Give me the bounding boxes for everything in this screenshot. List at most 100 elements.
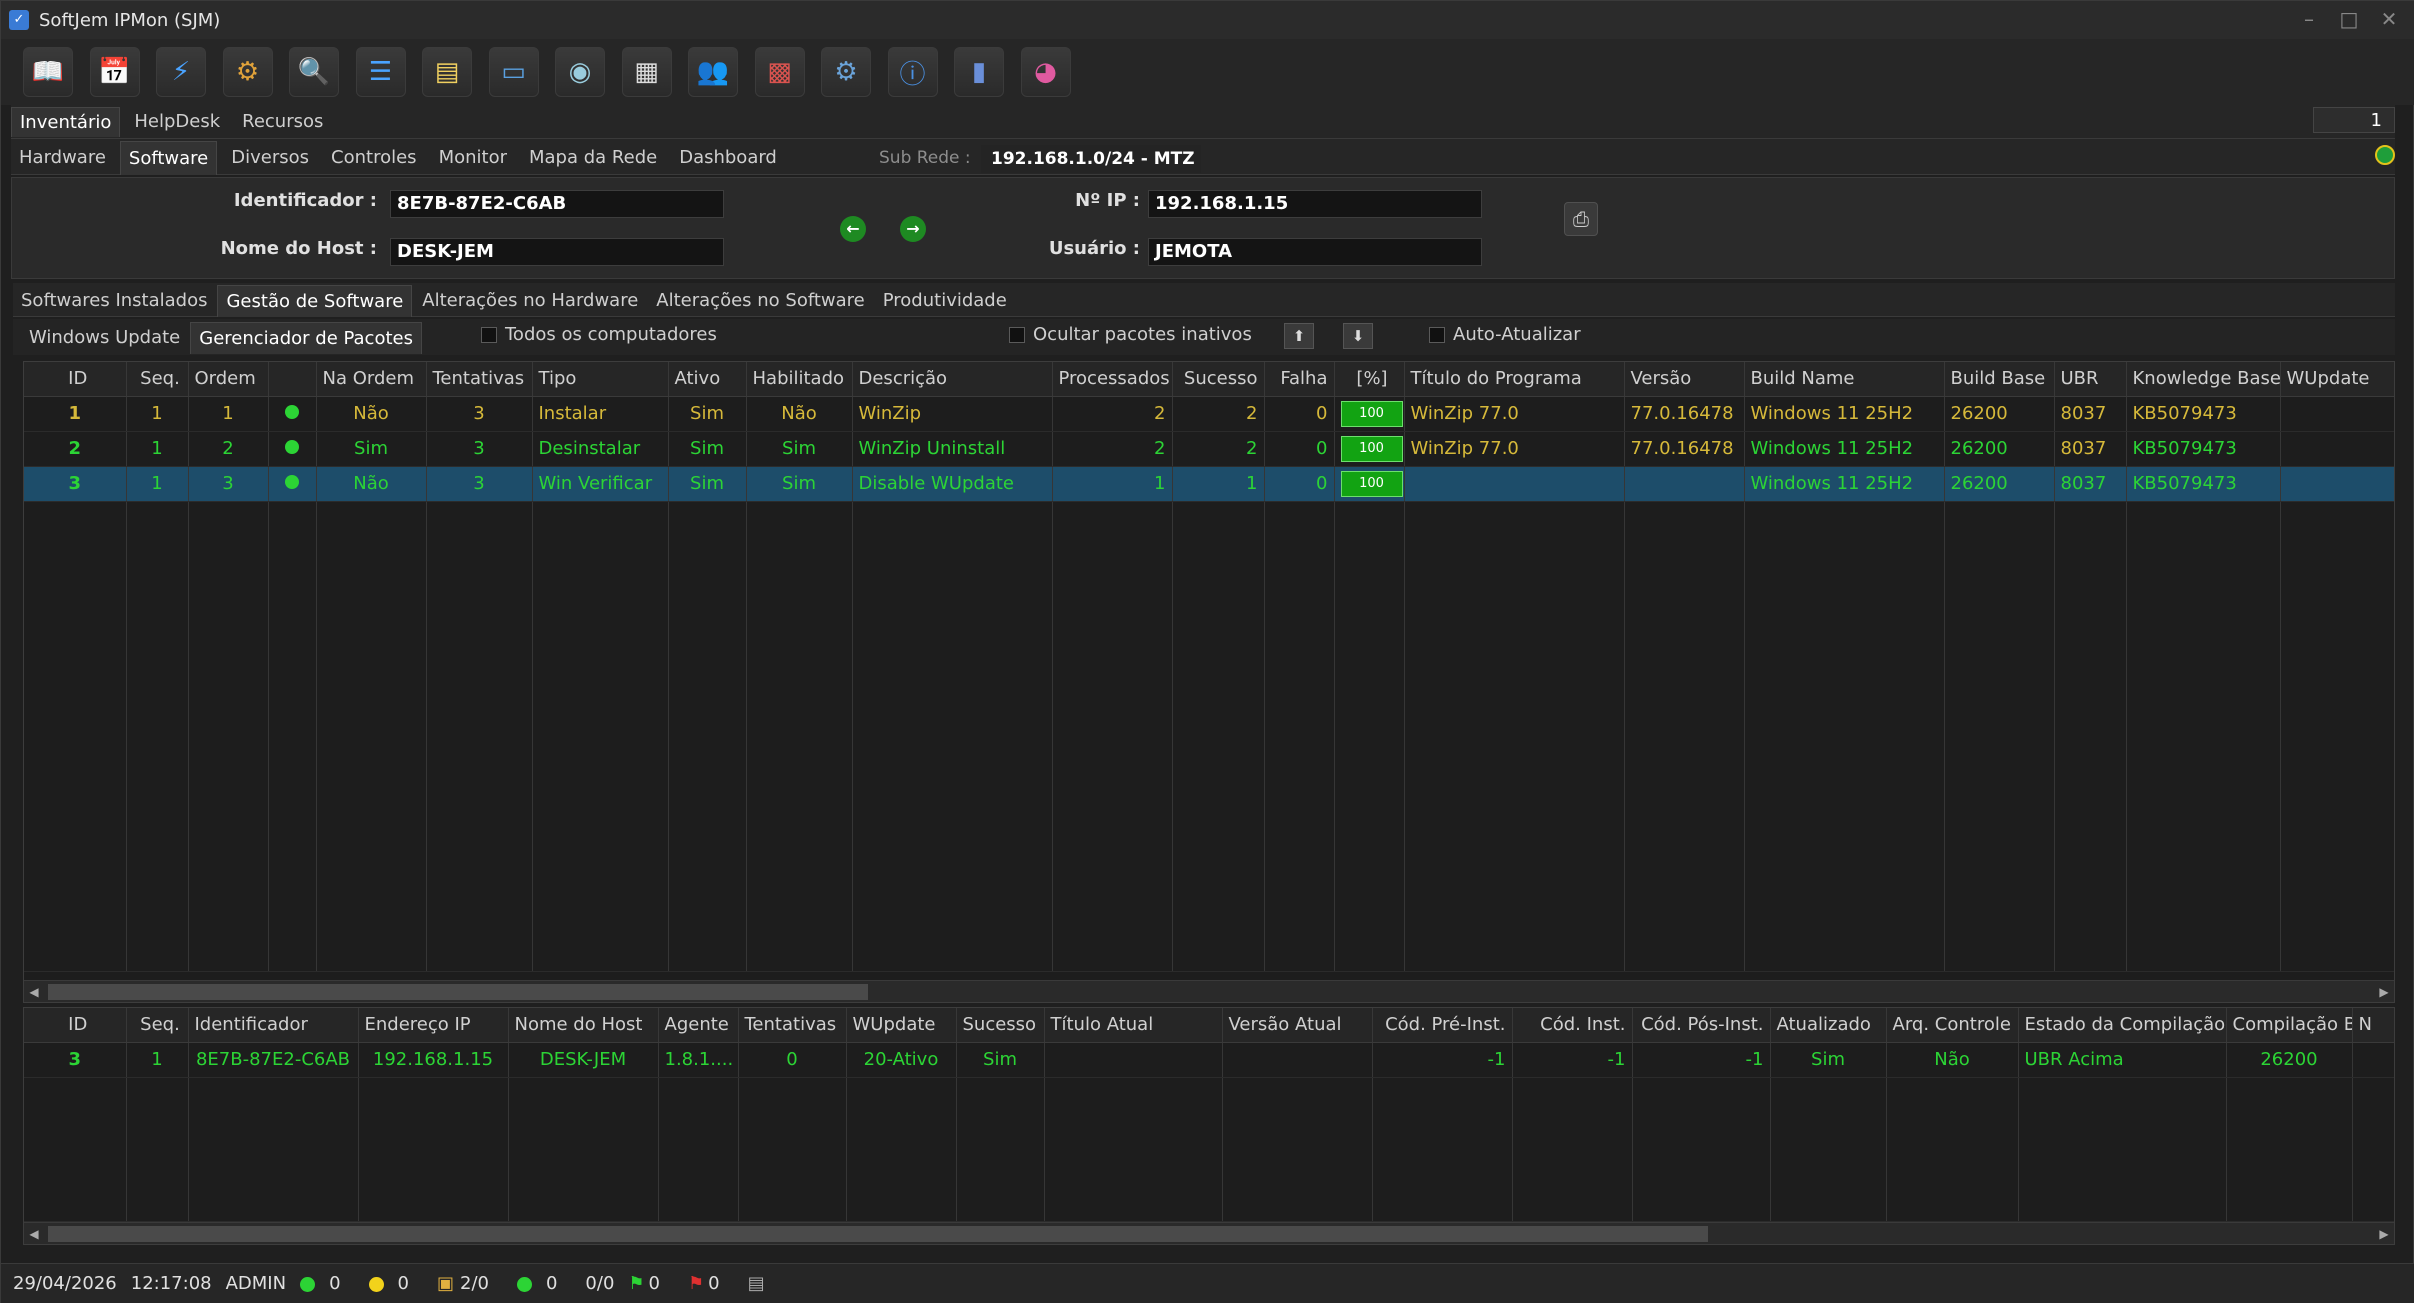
col-header[interactable]: Arq. Controle	[1886, 1008, 2019, 1043]
search-icon[interactable]: 🔍	[289, 47, 339, 97]
col-header[interactable]	[268, 362, 317, 397]
tab-gerenciador-de-pacotes[interactable]: Gerenciador de Pacotes	[190, 322, 422, 354]
col-header[interactable]: Título do Programa	[1404, 362, 1625, 397]
tab-produtividade[interactable]: Produtividade	[875, 285, 1015, 317]
tab-diversos[interactable]: Diversos	[223, 141, 317, 175]
col-header[interactable]: Identificador	[188, 1008, 359, 1043]
tab-mapa-da-rede[interactable]: Mapa da Rede	[521, 141, 665, 175]
horizontal-scrollbar[interactable]: ◀ ▶	[24, 1222, 2394, 1244]
tab-software[interactable]: Software	[119, 141, 218, 175]
table-row[interactable]: 3 1 8E7B-87E2-C6AB 192.168.1.15 DESK-JEM…	[24, 1042, 2394, 1078]
col-header[interactable]: Sucesso	[1172, 362, 1265, 397]
maximize-button[interactable]: □	[2329, 3, 2369, 35]
table-row[interactable]: 2 1 2 Sim 3 Desinstalar Sim Sim WinZip U…	[24, 431, 2394, 467]
col-header[interactable]: Versão	[1624, 362, 1745, 397]
subnet-value[interactable]: 192.168.1.0/24 - MTZ	[981, 145, 1201, 173]
table-row-selected[interactable]: 3 1 3 Não 3 Win Verificar Sim Sim Disabl…	[24, 466, 2394, 502]
scroll-left-icon[interactable]: ◀	[24, 1223, 44, 1244]
col-header[interactable]: [%]	[1334, 362, 1405, 397]
tab-dashboard[interactable]: Dashboard	[671, 141, 785, 175]
database-icon[interactable]: ▤	[748, 1273, 765, 1294]
hide-inactive-checkbox[interactable]: Ocultar pacotes inativos	[1009, 324, 1252, 345]
col-header[interactable]: Cód. Pré-Inst.	[1372, 1008, 1513, 1043]
settings-gear-icon[interactable]: ⚙	[821, 47, 871, 97]
tab-softwares-instalados[interactable]: Softwares Instalados	[13, 285, 215, 317]
notes-icon[interactable]: ▤	[422, 47, 472, 97]
identificador-field[interactable]: 8E7B-87E2-C6AB	[390, 190, 724, 218]
tab-controles[interactable]: Controles	[323, 141, 425, 175]
nome-host-field[interactable]: DESK-JEM	[390, 238, 724, 266]
ip-field[interactable]: 192.168.1.15	[1148, 190, 1482, 218]
previous-arrow-icon[interactable]: ←	[840, 216, 866, 242]
tab-monitor[interactable]: Monitor	[431, 141, 515, 175]
tab-hardware[interactable]: Hardware	[11, 141, 114, 175]
lightning-icon[interactable]: ⚡	[156, 47, 206, 97]
gears-icon[interactable]: ⚙	[222, 47, 273, 97]
col-header[interactable]: Habilitado	[746, 362, 853, 397]
col-header[interactable]: Estado da Compilação	[2018, 1008, 2227, 1043]
col-header[interactable]: Na Ordem	[316, 362, 427, 397]
col-header[interactable]: ID	[24, 1008, 127, 1043]
tab-inventario[interactable]: Inventário	[11, 107, 121, 137]
camera-icon[interactable]: ◉	[555, 47, 605, 97]
scroll-thumb[interactable]	[48, 984, 868, 1000]
col-header[interactable]: N	[2352, 1008, 2394, 1043]
col-header[interactable]: Sucesso	[956, 1008, 1045, 1043]
tab-alteracoes-software[interactable]: Alterações no Software	[648, 285, 872, 317]
info-icon[interactable]: ⓘ	[887, 47, 938, 97]
scroll-thumb[interactable]	[48, 1226, 1708, 1242]
tab-alteracoes-hardware[interactable]: Alterações no Hardware	[414, 285, 646, 317]
col-header[interactable]: Agente	[658, 1008, 739, 1043]
col-header[interactable]: Endereço IP	[358, 1008, 509, 1043]
brazil-flag-icon[interactable]	[2375, 145, 2395, 165]
checkbox-box[interactable]	[1429, 326, 1445, 343]
checkbox-box[interactable]	[481, 326, 497, 343]
exit-door-icon[interactable]: ▮	[954, 47, 1004, 97]
minimize-button[interactable]: –	[2289, 3, 2329, 35]
scroll-right-icon[interactable]: ▶	[2374, 981, 2394, 1002]
col-header[interactable]: Ordem	[188, 362, 269, 397]
tab-windows-update[interactable]: Windows Update	[21, 322, 188, 354]
horizontal-scrollbar[interactable]: ◀ ▶	[24, 980, 2394, 1002]
scroll-right-icon[interactable]: ▶	[2374, 1223, 2394, 1244]
palette-icon[interactable]: ◕	[1020, 47, 1071, 97]
col-header[interactable]: Atualizado	[1770, 1008, 1887, 1043]
scroll-left-icon[interactable]: ◀	[24, 981, 44, 1002]
col-header[interactable]: Falha	[1264, 362, 1335, 397]
auto-update-checkbox[interactable]: Auto-Atualizar	[1429, 324, 1581, 345]
col-header[interactable]: WUpdate	[2280, 362, 2394, 397]
move-down-arrow-icon[interactable]: ⬇	[1343, 323, 1373, 349]
col-header[interactable]: Seq.	[126, 1008, 189, 1043]
monitor-icon[interactable]: ▭	[488, 47, 539, 97]
next-arrow-icon[interactable]: →	[900, 216, 926, 242]
users-icon[interactable]: 👥	[688, 47, 738, 97]
tab-gestao-de-software[interactable]: Gestão de Software	[217, 285, 413, 317]
col-header[interactable]: Tipo	[532, 362, 669, 397]
col-header[interactable]: Knowledge Base	[2126, 362, 2281, 397]
tab-helpdesk[interactable]: HelpDesk	[126, 107, 228, 137]
col-header[interactable]: Versão Atual	[1222, 1008, 1373, 1043]
calendar-clock-icon[interactable]: 📅	[89, 47, 140, 97]
col-header[interactable]: Tentativas	[738, 1008, 847, 1043]
col-header[interactable]: ID	[24, 362, 127, 397]
col-header[interactable]: Cód. Pós-Inst.	[1632, 1008, 1771, 1043]
col-header[interactable]: Ativo	[668, 362, 747, 397]
col-header[interactable]: WUpdate	[846, 1008, 957, 1043]
col-header[interactable]: Nome do Host	[508, 1008, 659, 1043]
col-header[interactable]: Descrição	[852, 362, 1053, 397]
clipboard-icon[interactable]: ▦	[621, 47, 672, 97]
usuario-field[interactable]: JEMOTA	[1148, 238, 1482, 266]
col-header[interactable]: Tentativas	[426, 362, 533, 397]
col-header[interactable]: Cód. Inst.	[1512, 1008, 1633, 1043]
col-header[interactable]: UBR	[2054, 362, 2127, 397]
open-book-icon[interactable]: 📖	[23, 47, 73, 97]
close-button[interactable]: ✕	[2369, 3, 2409, 35]
chart-report-icon[interactable]: ▩	[754, 47, 805, 97]
col-header[interactable]: Compilação Base	[2226, 1008, 2353, 1043]
move-up-arrow-icon[interactable]: ⬆	[1284, 323, 1314, 349]
col-header[interactable]: Seq.	[126, 362, 189, 397]
tree-add-icon[interactable]: ☰	[355, 47, 406, 97]
tab-recursos[interactable]: Recursos	[234, 107, 331, 137]
col-header[interactable]: Processados	[1052, 362, 1173, 397]
all-computers-checkbox[interactable]: Todos os computadores	[481, 324, 717, 345]
